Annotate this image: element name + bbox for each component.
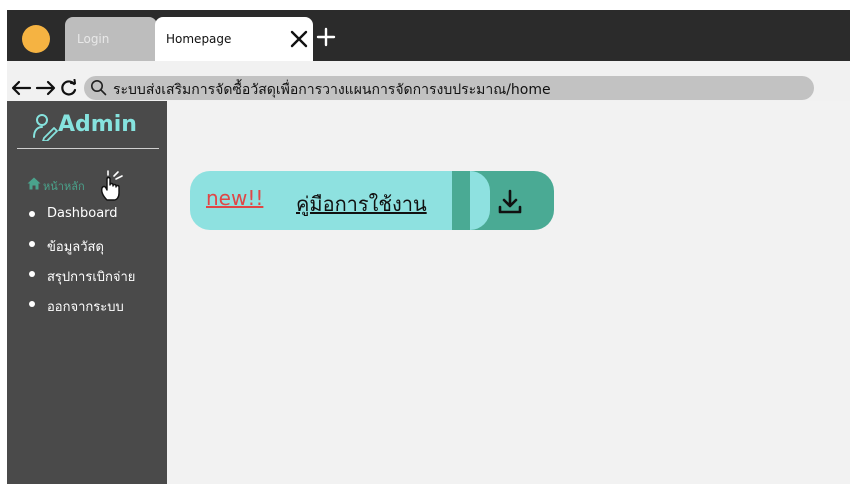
home-icon	[27, 177, 41, 190]
reload-icon[interactable]	[60, 79, 78, 97]
window-dot-icon[interactable]	[22, 25, 50, 53]
sidebar-item-label: สรุปการเบิกจ่าย	[47, 270, 136, 285]
bullet-icon	[29, 241, 35, 247]
manual-link[interactable]: คู่มือการใช้งาน	[296, 188, 427, 220]
download-icon[interactable]	[495, 187, 525, 217]
bullet-icon	[29, 301, 35, 307]
brand-name: Admin	[58, 112, 137, 137]
main-content	[167, 101, 850, 484]
new-tab-icon[interactable]	[316, 27, 336, 47]
tab-login[interactable]: Login	[65, 17, 157, 61]
bullet-icon	[29, 271, 35, 277]
forward-arrow-icon[interactable]	[35, 79, 57, 97]
sidebar-brand: Admin	[32, 111, 152, 147]
new-badge: new!!	[206, 186, 264, 210]
manual-download-button[interactable]: new!! คู่มือการใช้งาน	[190, 171, 554, 230]
close-icon[interactable]	[289, 25, 309, 51]
search-icon	[91, 80, 107, 96]
hand-pointer-icon	[101, 170, 123, 201]
sidebar-item-label: ออกจากระบบ	[47, 300, 124, 315]
tab-homepage[interactable]: Homepage	[155, 17, 313, 61]
sidebar-divider	[17, 148, 159, 149]
tab-homepage-label: Homepage	[166, 32, 232, 46]
tab-login-label: Login	[77, 32, 110, 46]
sidebar-item-home-label: หน้าหลัก	[43, 180, 85, 193]
sidebar-item-label: ข้อมูลวัสดุ	[47, 240, 104, 255]
bullet-icon	[29, 211, 35, 217]
sidebar-item-label: Dashboard	[47, 206, 118, 221]
address-bar[interactable]: ระบบส่งเสริมการจัดซื้อวัสดุเพื่อการวางแผ…	[84, 76, 814, 100]
address-text: ระบบส่งเสริมการจัดซื้อวัสดุเพื่อการวางแผ…	[113, 82, 551, 98]
user-pen-icon	[33, 114, 58, 141]
back-arrow-icon[interactable]	[10, 79, 32, 97]
sidebar	[7, 101, 167, 484]
